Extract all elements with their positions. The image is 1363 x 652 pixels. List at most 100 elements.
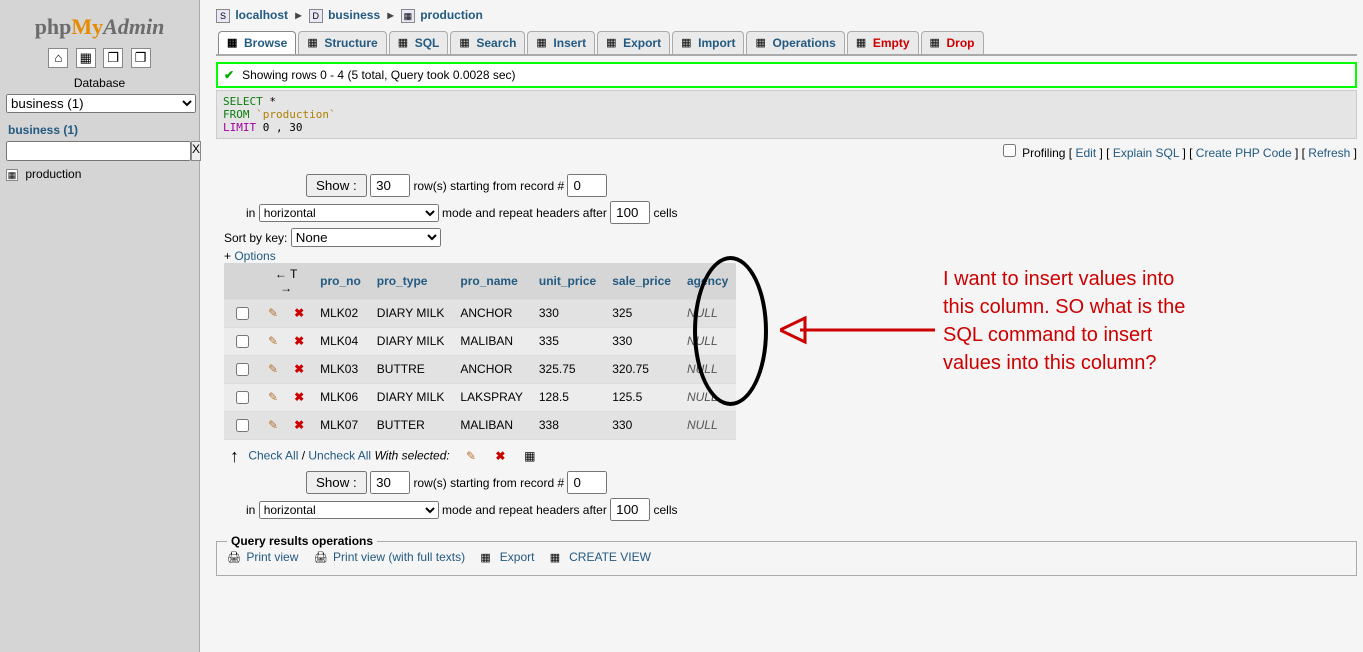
table-row: ✎✖MLK06DIARY MILKLAKSPRAY128.5125.5NULL: [224, 383, 736, 411]
check-all-link[interactable]: Check All: [248, 449, 298, 463]
col-sale_price[interactable]: sale_price: [604, 263, 679, 300]
breadcrumb-server[interactable]: localhost: [235, 8, 288, 22]
tab-browse[interactable]: ▦Browse: [218, 31, 296, 54]
print-full-link[interactable]: Print view (with full texts): [333, 550, 465, 564]
create-php-link[interactable]: Create PHP Code: [1196, 146, 1292, 160]
table-row: ✎✖MLK04DIARY MILKMALIBAN335330NULL: [224, 327, 736, 355]
table-filter-input[interactable]: [6, 141, 191, 161]
col-pro_type[interactable]: pro_type: [369, 263, 453, 300]
cell-pro_type: DIARY MILK: [369, 383, 453, 411]
row-checkbox[interactable]: [224, 299, 260, 327]
row-checkbox[interactable]: [224, 355, 260, 383]
cell-sale_price: 330: [604, 411, 679, 439]
database-link[interactable]: business (1): [8, 123, 193, 137]
reload-icon[interactable]: ❐: [131, 48, 151, 68]
mode-select[interactable]: horizontal: [259, 204, 439, 222]
tab-import[interactable]: ▦Import: [672, 31, 744, 54]
print-icon: 🖨: [314, 551, 328, 565]
delete-icon[interactable]: ✖: [286, 383, 312, 411]
show-button[interactable]: Show :: [306, 471, 367, 494]
filter-clear-button[interactable]: X: [191, 141, 201, 161]
edit-icon[interactable]: ✎: [260, 411, 286, 439]
repeat-input[interactable]: [610, 201, 650, 224]
table-row: ✎✖MLK07BUTTERMALIBAN338330NULL: [224, 411, 736, 439]
col-unit_price[interactable]: unit_price: [531, 263, 604, 300]
sql-icon[interactable]: ▦: [76, 48, 96, 68]
col-pro_name[interactable]: pro_name: [452, 263, 530, 300]
edit-icon[interactable]: ✎: [463, 449, 479, 463]
tab-label: Operations: [772, 36, 835, 50]
start-input[interactable]: [567, 174, 607, 197]
export-icon: ▦: [480, 551, 494, 565]
tab-insert[interactable]: ▦Insert: [527, 31, 595, 54]
delete-icon[interactable]: ✖: [286, 327, 312, 355]
main: S localhost ▸ D business ▸ ▦ production …: [210, 0, 1363, 580]
breadcrumb-table[interactable]: production: [420, 8, 483, 22]
cell-pro_no: MLK02: [312, 299, 369, 327]
edit-icon[interactable]: ✎: [260, 327, 286, 355]
cell-pro_type: DIARY MILK: [369, 327, 453, 355]
breadcrumb-database[interactable]: business: [328, 8, 380, 22]
options-link[interactable]: Options: [234, 249, 275, 263]
tab-label: SQL: [415, 36, 440, 50]
tab-search[interactable]: ▦Search: [450, 31, 525, 54]
col-agency[interactable]: agency: [679, 263, 736, 300]
tab-sql[interactable]: ▦SQL: [389, 31, 449, 54]
uncheck-all-link[interactable]: Uncheck All: [308, 449, 371, 463]
tab-empty[interactable]: ▦Empty: [847, 31, 919, 54]
rows-suffix: row(s) starting from record #: [413, 179, 564, 193]
cell-agency: NULL: [679, 383, 736, 411]
delete-icon[interactable]: ✖: [286, 411, 312, 439]
row-checkbox[interactable]: [224, 383, 260, 411]
home-icon[interactable]: ⌂: [48, 48, 68, 68]
create-view-link[interactable]: CREATE VIEW: [569, 550, 651, 564]
sidebar-iconbar: ⌂ ▦ ❐ ❐: [6, 48, 193, 68]
tabs: ▦Browse▦Structure▦SQL▦Search▦Insert▦Expo…: [216, 31, 1357, 56]
tab-operations[interactable]: ▦Operations: [746, 31, 844, 54]
rows-input[interactable]: [370, 174, 410, 197]
edit-icon[interactable]: ✎: [260, 355, 286, 383]
sort-select[interactable]: None: [291, 228, 441, 247]
cell-pro_no: MLK03: [312, 355, 369, 383]
delete-icon[interactable]: ✖: [286, 299, 312, 327]
empty-icon: ▦: [856, 36, 870, 50]
in-label: in: [246, 206, 255, 220]
cell-sale_price: 325: [604, 299, 679, 327]
tab-export[interactable]: ▦Export: [597, 31, 670, 54]
database-select[interactable]: business (1): [6, 94, 196, 113]
tab-label: Structure: [324, 36, 377, 50]
delete-icon[interactable]: ✖: [492, 449, 508, 463]
table-icon: ▦: [401, 9, 415, 23]
mode-select[interactable]: horizontal: [259, 501, 439, 519]
result-actions: Profiling [ Edit ] [ Explain SQL ] [ Cre…: [216, 141, 1357, 160]
table-list-item[interactable]: ▦ production: [6, 167, 193, 181]
print-view-link[interactable]: Print view: [246, 550, 298, 564]
profiling-checkbox[interactable]: [1003, 144, 1016, 157]
cell-agency: NULL: [679, 355, 736, 383]
col-pro_no[interactable]: pro_no: [312, 263, 369, 300]
row-checkbox[interactable]: [224, 327, 260, 355]
repeat-input[interactable]: [610, 498, 650, 521]
show-button[interactable]: Show :: [306, 174, 367, 197]
edit-icon[interactable]: ✎: [260, 299, 286, 327]
delete-icon[interactable]: ✖: [286, 355, 312, 383]
edit-link[interactable]: Edit: [1075, 146, 1096, 160]
logo: phpMyAdmin: [6, 14, 193, 40]
export-icon[interactable]: ▦: [522, 449, 538, 463]
tab-drop[interactable]: ▦Drop: [921, 31, 984, 54]
rows-input[interactable]: [370, 471, 410, 494]
cell-pro_type: DIARY MILK: [369, 299, 453, 327]
edit-icon[interactable]: ✎: [260, 383, 286, 411]
explain-link[interactable]: Explain SQL: [1113, 146, 1179, 160]
cells-label: cells: [654, 206, 678, 220]
cell-unit_price: 325.75: [531, 355, 604, 383]
doc-icon[interactable]: ❐: [103, 48, 123, 68]
export-link[interactable]: Export: [500, 550, 535, 564]
row-checkbox[interactable]: [224, 411, 260, 439]
query-ops-legend: Query results operations: [227, 534, 377, 548]
start-input[interactable]: [567, 471, 607, 494]
tab-structure[interactable]: ▦Structure: [298, 31, 386, 54]
drop-icon: ▦: [930, 36, 944, 50]
refresh-link[interactable]: Refresh: [1308, 146, 1350, 160]
cell-pro_type: BUTTRE: [369, 355, 453, 383]
